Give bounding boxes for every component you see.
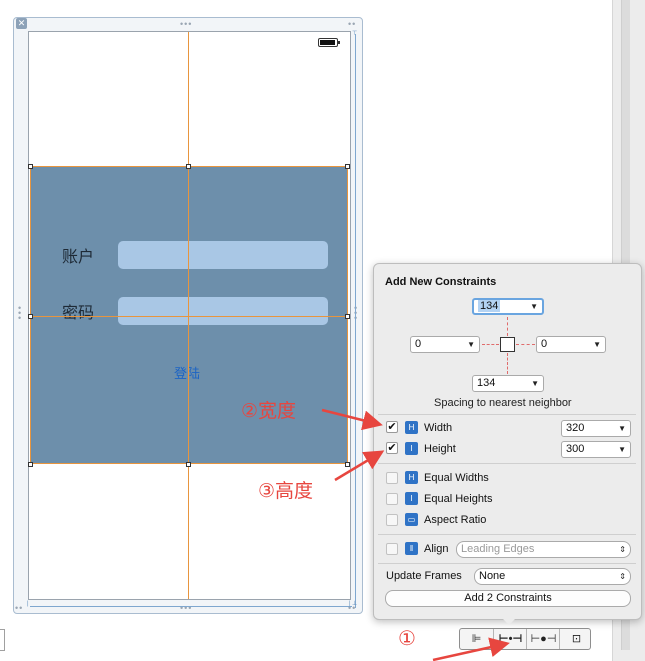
arrow-to-width [321,408,383,431]
arrow-to-pin [432,637,510,661]
arrow-to-height [334,450,385,482]
annotation-arrows [321,408,510,661]
